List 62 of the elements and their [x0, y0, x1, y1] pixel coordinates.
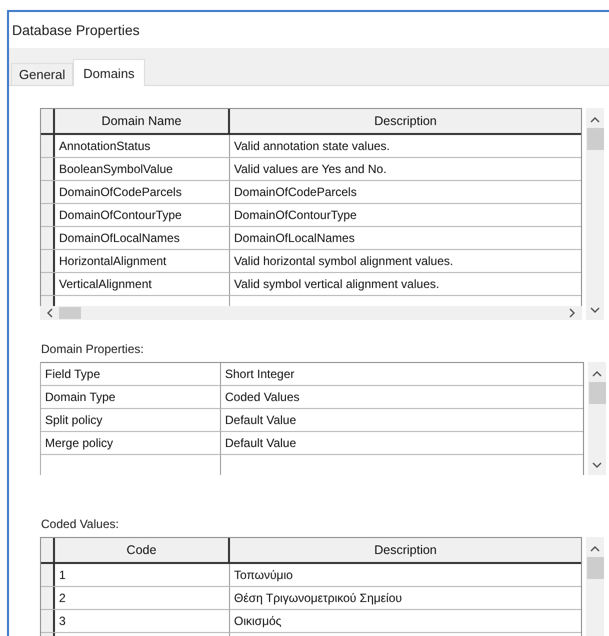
column-header[interactable]: Code [55, 538, 230, 562]
table-cell-text: Coded Values [224, 389, 300, 406]
row-selector[interactable] [41, 227, 55, 249]
scroll-up-icon[interactable] [590, 116, 600, 123]
column-header[interactable]: Domain Name [55, 109, 230, 133]
scroll-left-icon[interactable] [46, 308, 53, 318]
table-cell: 1 [55, 564, 230, 586]
scroll-thumb[interactable] [586, 557, 604, 579]
table-cell: Field Type [41, 363, 221, 385]
section-label: Domain Properties: [41, 342, 145, 356]
vertical-scrollbar[interactable] [588, 362, 606, 475]
table-cell: DomainOfLocalNames [55, 227, 230, 249]
table-cell: 3 [55, 610, 230, 632]
table-cell-text: DomainOfContourType [233, 207, 358, 224]
tab[interactable]: Domains [73, 59, 145, 86]
table-cell-text: Default Value [224, 412, 298, 429]
vertical-scrollbar[interactable] [586, 537, 604, 636]
column-header[interactable]: Description [230, 109, 581, 133]
row-selector[interactable] [41, 181, 55, 203]
table-cell-text: Τοπωνύμιο [233, 567, 294, 584]
table-cell: Domain Type [41, 386, 221, 408]
row-selector[interactable] [41, 135, 55, 157]
table-cell: AnnotationStatus [55, 135, 230, 157]
tab[interactable]: General [11, 63, 74, 85]
scroll-down-icon[interactable] [590, 307, 600, 314]
table-cell-text: Valid symbol vertical alignment values. [233, 276, 440, 293]
table-cell: DomainOfContourType [55, 204, 230, 226]
table-cell-text: Θέση Τριγωνομετρικού Σημείου [233, 590, 403, 607]
table-cell-text: Default Value [224, 435, 298, 452]
table-cell: HorizontalAlignment [55, 250, 230, 272]
row-selector[interactable] [41, 250, 55, 272]
scroll-thumb[interactable] [59, 307, 81, 319]
scroll-thumb[interactable] [588, 382, 606, 404]
scroll-thumb[interactable] [586, 128, 604, 150]
table-cell-text: Valid horizontal symbol alignment values. [233, 253, 454, 270]
table-cell-text: DomainOfCodeParcels [233, 184, 358, 201]
table-cell: VerticalAlignment [55, 273, 230, 295]
table-cell: BooleanSymbolValue [55, 158, 230, 180]
row-selector[interactable] [41, 564, 55, 586]
table-cell: 2 [55, 587, 230, 609]
table-cell: DomainOfCodeParcels [55, 181, 230, 203]
scroll-down-icon[interactable] [592, 462, 602, 469]
table-cell: Merge policy [41, 432, 221, 454]
vertical-scrollbar[interactable] [586, 108, 604, 320]
table-cell: Split policy [41, 409, 221, 431]
section-label: Coded Values: [41, 517, 120, 531]
column-header[interactable]: Description [230, 538, 581, 562]
table-cell-text: Valid annotation state values. [233, 138, 391, 155]
table-cell-text: Short Integer [224, 366, 296, 383]
row-selector[interactable] [41, 273, 55, 295]
row-selector[interactable] [41, 204, 55, 226]
row-selector[interactable] [41, 296, 55, 306]
scroll-up-icon[interactable] [590, 545, 600, 552]
table-cell-text: Valid values are Yes and No. [233, 161, 388, 178]
row-selector[interactable] [41, 587, 55, 609]
window-title: Database Properties [11, 21, 141, 40]
row-selector[interactable] [41, 158, 55, 180]
scroll-right-icon[interactable] [569, 308, 576, 318]
row-selector[interactable] [41, 610, 55, 632]
scroll-up-icon[interactable] [592, 370, 602, 377]
table-cell-text: DomainOfLocalNames [233, 230, 356, 247]
table-cell-text: Οικισμός [233, 613, 282, 630]
